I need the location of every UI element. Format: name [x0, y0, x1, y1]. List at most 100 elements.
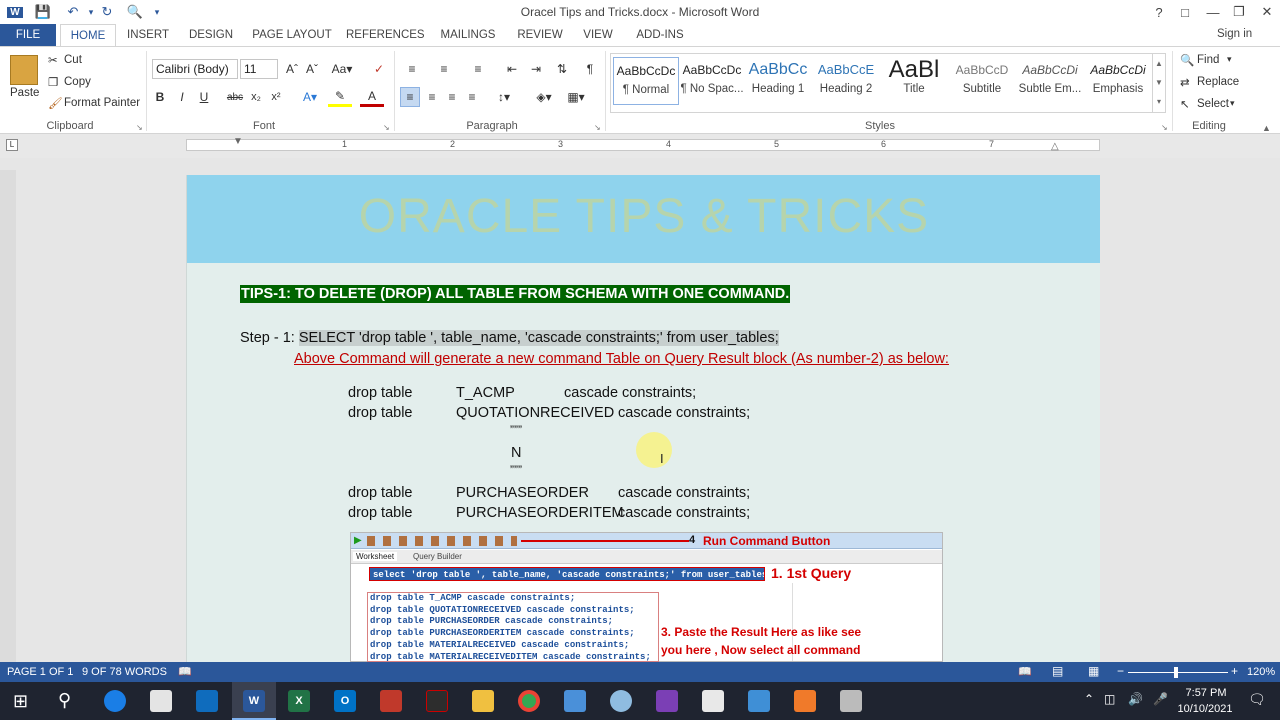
find-dropdown-icon[interactable]: ▾	[1227, 54, 1232, 65]
clear-formatting-icon[interactable]: ✓	[370, 59, 388, 79]
styles-launcher-icon[interactable]: ↘	[1161, 123, 1168, 132]
calculator-icon[interactable]	[564, 690, 586, 712]
styles-scroll[interactable]: ▲ ▼ ▾	[1152, 54, 1165, 112]
tab-selector-icon[interactable]: L	[6, 139, 18, 151]
align-left-icon[interactable]: ≡	[400, 87, 420, 107]
start-icon[interactable]: ⊞	[13, 692, 28, 710]
subscript-button[interactable]: x₂	[248, 87, 264, 107]
style-no-spacing[interactable]: AaBbCcDc ¶ No Spac...	[679, 57, 745, 105]
tab-view[interactable]: VIEW	[580, 24, 616, 46]
zoom-slider-thumb[interactable]	[1174, 667, 1178, 678]
remote-desktop-icon[interactable]	[748, 690, 770, 712]
show-marks-icon[interactable]: ¶	[580, 59, 600, 79]
shading-icon[interactable]: ◈▾	[530, 87, 558, 107]
select-button[interactable]: Select	[1197, 98, 1229, 110]
database-icon[interactable]	[840, 690, 862, 712]
zoom-in-icon[interactable]: +	[1231, 664, 1238, 678]
decrease-indent-icon[interactable]: ⇤	[502, 59, 522, 79]
format-painter-button[interactable]: Format Painter	[64, 97, 140, 109]
justify-icon[interactable]: ≡	[462, 87, 482, 107]
style-heading-1[interactable]: AaBbCc Heading 1	[745, 57, 811, 105]
style-subtitle[interactable]: AaBbCcD Subtitle	[949, 57, 1015, 105]
web-layout-icon[interactable]: ▦	[1088, 664, 1099, 678]
borders-icon[interactable]: ▦▾	[562, 87, 590, 107]
format-painter-icon[interactable]: 🖌	[48, 96, 63, 110]
zoom-level[interactable]: 120%	[1247, 666, 1275, 678]
tab-insert[interactable]: INSERT	[124, 24, 172, 46]
microphone-icon[interactable]: 🎤	[1153, 692, 1168, 706]
increase-indent-icon[interactable]: ⇥	[526, 59, 546, 79]
paragraph-launcher-icon[interactable]: ↘	[594, 123, 601, 132]
tray-chevron-icon[interactable]: ⌃	[1084, 692, 1094, 706]
style-title[interactable]: AaBl Title	[881, 57, 947, 105]
tab-home[interactable]: HOME	[60, 24, 116, 46]
read-mode-icon[interactable]: 📖	[1018, 665, 1032, 678]
copy-icon[interactable]: ❐	[48, 75, 58, 89]
vertical-ruler[interactable]	[0, 170, 16, 662]
notifications-icon[interactable]: 🗨	[1248, 691, 1266, 708]
strikethrough-button[interactable]: abc	[224, 87, 246, 107]
underline-button[interactable]: U	[196, 87, 212, 107]
replace-button[interactable]: Replace	[1197, 76, 1239, 88]
embedded-screenshot[interactable]: ▶ 4 Run Command Button Worksheet Query B…	[350, 532, 943, 662]
ribbon-options-icon[interactable]: □	[1172, 2, 1198, 22]
volume-icon[interactable]: 🔊	[1128, 692, 1143, 706]
font-color-icon[interactable]: A	[360, 87, 384, 107]
style-heading-2[interactable]: AaBbCcE Heading 2	[813, 57, 879, 105]
text-effects-icon[interactable]: A▾	[298, 87, 322, 107]
oracle-icon[interactable]	[426, 690, 448, 712]
tab-page-layout[interactable]: PAGE LAYOUT	[250, 24, 334, 46]
select-dropdown-icon[interactable]: ▾	[1230, 98, 1235, 109]
style-emphasis[interactable]: AaBbCcDi Emphasis	[1085, 57, 1151, 105]
edge-icon[interactable]	[104, 690, 126, 712]
font-name-box[interactable]: Calibri (Body)	[152, 59, 238, 79]
tab-review[interactable]: REVIEW	[512, 24, 568, 46]
change-case-icon[interactable]: Aa▾	[330, 59, 354, 79]
style-subtle-emphasis[interactable]: AaBbCcDi Subtle Em...	[1017, 57, 1083, 105]
font-size-box[interactable]: 11	[240, 59, 278, 79]
find-icon[interactable]: 🔍	[1180, 53, 1194, 67]
close-icon[interactable]: ✕	[1254, 2, 1280, 22]
tab-design[interactable]: DESIGN	[184, 24, 238, 46]
help-icon[interactable]: ?	[1146, 2, 1172, 22]
tab-file[interactable]: FILE	[0, 24, 56, 46]
outlook-icon[interactable]: O	[334, 690, 356, 712]
right-indent-marker-icon[interactable]: △	[1051, 141, 1059, 152]
chrome-icon[interactable]	[518, 690, 540, 712]
toad-icon[interactable]	[610, 690, 632, 712]
find-button[interactable]: Find	[1197, 54, 1219, 66]
superscript-button[interactable]: x²	[268, 87, 284, 107]
copy-button[interactable]: Copy	[64, 76, 91, 88]
file-explorer-icon[interactable]	[472, 690, 494, 712]
numbering-icon[interactable]: ≡	[432, 59, 456, 79]
highlight-icon[interactable]: ✎	[328, 87, 352, 107]
line-spacing-icon[interactable]: ↕▾	[490, 87, 518, 107]
restore-icon[interactable]: ❐	[1226, 2, 1252, 22]
powerpoint-icon[interactable]	[380, 690, 402, 712]
font-launcher-icon[interactable]: ↘	[383, 123, 390, 132]
collapse-ribbon-icon[interactable]: ▲	[1262, 123, 1271, 133]
page-count[interactable]: PAGE 1 OF 1	[7, 666, 73, 678]
tab-references[interactable]: REFERENCES	[346, 24, 425, 46]
document-page[interactable]: ORACLE TIPS & TRICKS TIPS-1: TO DELETE (…	[186, 175, 1100, 662]
paste-icon[interactable]	[10, 55, 38, 85]
print-layout-icon[interactable]: ▤	[1052, 664, 1063, 678]
sort-icon[interactable]: ⇅	[552, 59, 572, 79]
style-normal[interactable]: AaBbCcDc ¶ Normal	[613, 57, 679, 105]
sign-in-link[interactable]: Sign in	[1217, 28, 1252, 40]
select-icon[interactable]: ↖	[1180, 97, 1190, 111]
italic-button[interactable]: I	[174, 87, 190, 107]
proofing-icon[interactable]: 📖	[178, 665, 192, 678]
bold-button[interactable]: B	[152, 87, 168, 107]
network-icon[interactable]: ◫	[1104, 692, 1115, 706]
replace-icon[interactable]: ⇄	[1180, 75, 1190, 89]
shrink-font-icon[interactable]: Aˇ	[304, 59, 320, 79]
clipboard-launcher-icon[interactable]: ↘	[136, 123, 143, 132]
mail-icon[interactable]	[196, 690, 218, 712]
tab-mailings[interactable]: MAILINGS	[436, 24, 500, 46]
zoom-out-icon[interactable]: −	[1117, 664, 1124, 678]
minimize-icon[interactable]: —	[1200, 2, 1226, 22]
align-center-icon[interactable]: ≡	[422, 87, 442, 107]
align-right-icon[interactable]: ≡	[442, 87, 462, 107]
paste-button[interactable]: Paste	[10, 87, 39, 99]
